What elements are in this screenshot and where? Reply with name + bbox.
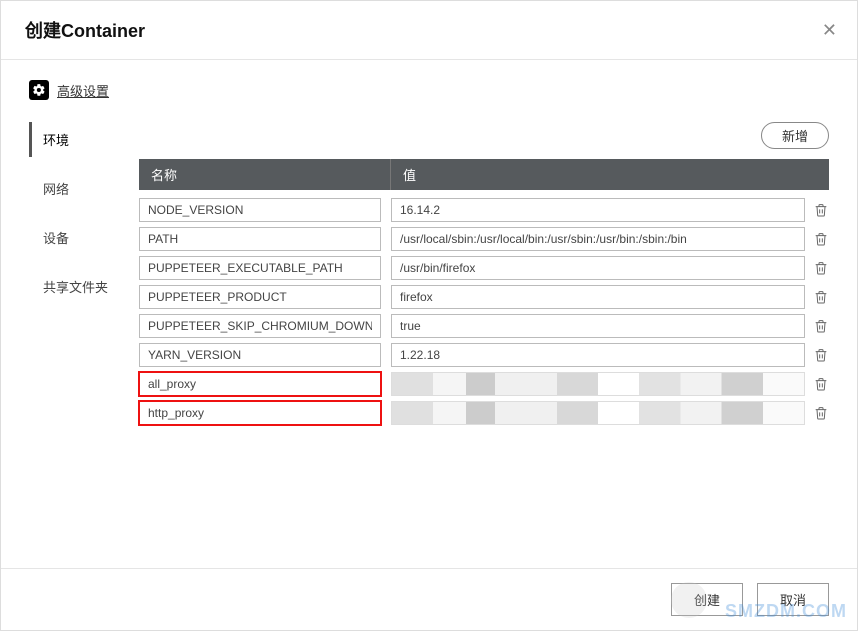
sidebar-item-label: 共享文件夹: [43, 280, 108, 295]
env-name-input[interactable]: [139, 401, 381, 425]
env-value-input[interactable]: [391, 343, 805, 367]
close-icon[interactable]: ✕: [822, 21, 837, 39]
sidebar-item-label: 环境: [43, 133, 69, 148]
table-header: 名称 值: [139, 159, 829, 190]
main-panel: 新增 名称 值: [139, 122, 829, 430]
table-row: [139, 256, 829, 280]
table-body: [139, 190, 829, 425]
column-header-value: 值: [391, 159, 829, 190]
cancel-button[interactable]: 取消: [757, 583, 829, 616]
table-row: [139, 401, 829, 425]
sidebar-item-shared-folder[interactable]: 共享文件夹: [29, 269, 139, 304]
table-row: [139, 343, 829, 367]
env-table: 名称 值: [139, 159, 829, 425]
table-row: [139, 198, 829, 222]
sidebar-item-label: 网络: [43, 182, 69, 197]
advanced-settings-header[interactable]: 高级设置: [29, 80, 829, 100]
sidebar-item-label: 设备: [43, 231, 69, 246]
trash-icon[interactable]: [813, 202, 829, 218]
env-value-input[interactable]: [391, 314, 805, 338]
add-button[interactable]: 新增: [761, 122, 829, 149]
trash-icon[interactable]: [813, 376, 829, 392]
table-row: [139, 285, 829, 309]
env-name-input[interactable]: [139, 227, 381, 251]
table-row: [139, 372, 829, 396]
dialog-header: 创建Container ✕: [1, 1, 857, 60]
trash-icon[interactable]: [813, 289, 829, 305]
env-value-redacted: [391, 372, 805, 396]
env-name-input[interactable]: [139, 198, 381, 222]
sidebar-item-env[interactable]: 环境: [29, 122, 139, 157]
trash-icon[interactable]: [813, 347, 829, 363]
table-row: [139, 227, 829, 251]
trash-icon[interactable]: [813, 231, 829, 247]
env-name-input[interactable]: [139, 343, 381, 367]
trash-icon[interactable]: [813, 405, 829, 421]
sidebar-item-device[interactable]: 设备: [29, 220, 139, 255]
dialog-footer: 创建 取消: [1, 568, 857, 630]
env-name-input[interactable]: [139, 372, 381, 396]
env-name-input[interactable]: [139, 314, 381, 338]
env-value-input[interactable]: [391, 285, 805, 309]
sidebar-item-network[interactable]: 网络: [29, 171, 139, 206]
env-value-input[interactable]: [391, 256, 805, 280]
env-name-input[interactable]: [139, 285, 381, 309]
env-value-redacted: [391, 401, 805, 425]
table-row: [139, 314, 829, 338]
sidebar: 环境 网络 设备 共享文件夹: [29, 122, 139, 430]
env-value-input[interactable]: [391, 227, 805, 251]
create-button[interactable]: 创建: [671, 583, 743, 616]
env-name-input[interactable]: [139, 256, 381, 280]
advanced-settings-label: 高级设置: [57, 81, 109, 100]
dialog-title: 创建Container: [25, 17, 145, 43]
trash-icon[interactable]: [813, 318, 829, 334]
env-value-input[interactable]: [391, 198, 805, 222]
column-header-name: 名称: [139, 159, 391, 190]
gear-icon: [29, 80, 49, 100]
toolbar: 新增: [139, 122, 829, 149]
trash-icon[interactable]: [813, 260, 829, 276]
